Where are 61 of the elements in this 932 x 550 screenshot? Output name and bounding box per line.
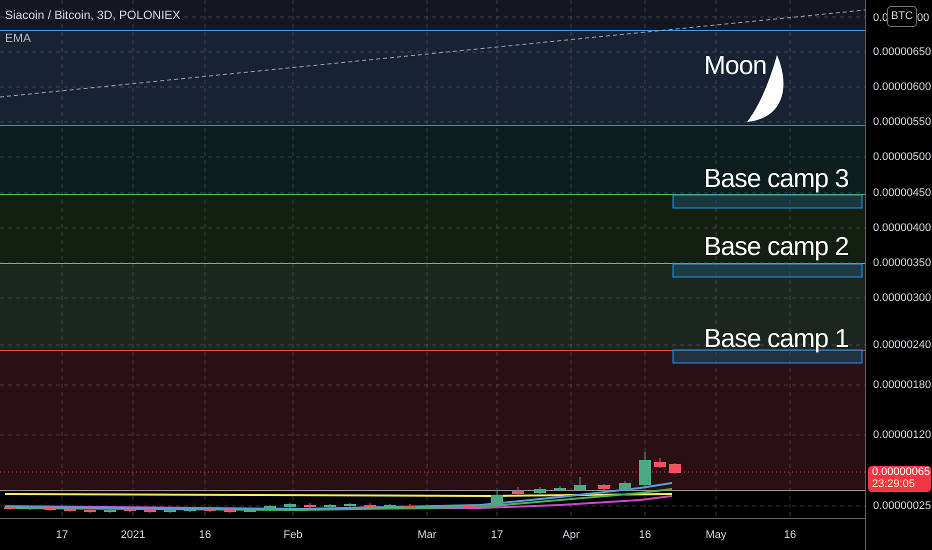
price-label: 0.00000025 (873, 498, 932, 514)
candle (44, 506, 56, 512)
time-label: 16 (638, 528, 652, 543)
candle (534, 486, 546, 494)
candle (204, 506, 216, 512)
price-label: 0.00000300 (873, 290, 932, 306)
candle (364, 502, 376, 508)
time-label: 17 (490, 528, 504, 543)
candle (244, 508, 256, 512)
zone-label: Moon (704, 52, 766, 78)
candle (324, 504, 336, 508)
candle (124, 506, 136, 512)
currency-badge: BTC (887, 6, 917, 26)
price-label: 00 (917, 11, 930, 26)
indicator-legend: EMA (5, 32, 32, 44)
time-label: 2021 (120, 528, 146, 543)
candle (654, 458, 666, 468)
time-label: Apr (562, 528, 580, 543)
price-label: 0.00000120 (873, 428, 932, 443)
candle (64, 506, 76, 512)
time-label: Mar (418, 528, 436, 543)
zone-label: Base camp 2 (704, 233, 849, 259)
price-label: 0.00000600 (873, 80, 932, 95)
price-label: 0.00000240 (873, 338, 932, 353)
candle (304, 502, 316, 508)
candle (512, 486, 524, 496)
zone-label: Base camp 1 (704, 325, 849, 351)
candle (619, 480, 631, 492)
candle (464, 504, 476, 510)
zone-label: Base camp 3 (704, 165, 849, 191)
price-label: 0.00000400 (873, 220, 932, 236)
candle (384, 504, 396, 508)
time-label: Feb (284, 528, 302, 543)
candle (344, 502, 356, 508)
candle (224, 508, 236, 514)
candle (669, 462, 681, 474)
price-label: 0.00000650 (873, 44, 932, 60)
candle (574, 476, 586, 492)
time-label: May (706, 528, 726, 543)
time-label: 16 (784, 528, 796, 543)
time-label: 17 (56, 528, 68, 543)
price-label: 0.00000500 (873, 150, 932, 165)
candle (424, 504, 436, 510)
candle (554, 486, 566, 492)
candle (144, 508, 156, 514)
price-label: 0.00000550 (873, 114, 932, 130)
candle (284, 502, 296, 508)
price-label: 0.00000450 (873, 186, 932, 201)
candle (491, 490, 503, 506)
time-label: 16 (198, 528, 212, 543)
candle (444, 504, 456, 510)
candle (4, 504, 16, 510)
candle (404, 504, 416, 510)
price-label: 0.00000180 (873, 378, 932, 393)
candle (639, 452, 651, 486)
bar-countdown: 23:29:05 (872, 478, 916, 490)
candle (598, 484, 610, 490)
price-label: 0.00000350 (873, 256, 932, 271)
symbol-legend: Siacoin / Bitcoin, 3D, POLONIEX (5, 9, 180, 21)
candle (264, 504, 276, 512)
candle (84, 508, 96, 514)
